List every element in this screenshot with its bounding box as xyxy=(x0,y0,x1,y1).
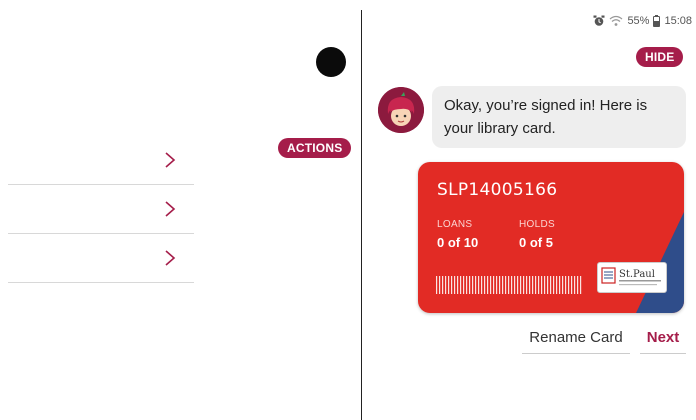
actions-badge[interactable]: ACTIONS xyxy=(278,138,352,158)
card-number: SLP14005166 xyxy=(437,180,558,200)
assistant-avatar-icon xyxy=(378,87,424,133)
status-bar: 55% 15:08 xyxy=(593,13,692,29)
right-panel: 55% 15:08 HIDE Okay, you’re signed in! H… xyxy=(362,0,696,420)
loans-label: LOANS xyxy=(437,219,473,230)
library-logo-text: St.Paul xyxy=(619,269,655,280)
rename-card-button[interactable]: Rename Card xyxy=(522,328,630,354)
chevron-right-icon xyxy=(165,152,176,168)
library-logo: St.Paul xyxy=(597,262,667,293)
battery-icon xyxy=(653,15,661,27)
alarm-icon xyxy=(593,15,605,26)
left-panel: ACTIONS xyxy=(0,0,361,420)
wifi-icon xyxy=(610,15,623,26)
chat-message-text: Okay, you’re signed in! Here is your lib… xyxy=(444,97,648,137)
loans-value: 0 of 10 xyxy=(437,235,479,250)
barcode xyxy=(436,276,582,294)
screen: ACTIONS 55% 15:08 HIDE Okay, you’re sign… xyxy=(0,0,696,420)
chevron-right-icon xyxy=(165,201,176,217)
avatar xyxy=(378,87,424,133)
chat-message-bubble: Okay, you’re signed in! Here is your lib… xyxy=(432,86,686,148)
list-item[interactable] xyxy=(8,185,194,234)
library-card: SLP14005166 LOANS 0 of 10 HOLDS 0 of 5 S… xyxy=(418,162,684,313)
clock-time: 15:08 xyxy=(664,15,692,27)
list-item[interactable] xyxy=(8,136,194,185)
battery-percent: 55% xyxy=(627,15,650,27)
library-logo-icon: St.Paul xyxy=(601,267,661,286)
chevron-right-icon xyxy=(165,250,176,266)
list-item[interactable] xyxy=(8,234,194,283)
floating-dot-button[interactable] xyxy=(316,47,346,77)
hide-button[interactable]: HIDE xyxy=(636,47,684,67)
next-button[interactable]: Next xyxy=(640,328,686,354)
holds-label: HOLDS xyxy=(519,219,555,230)
holds-value: 0 of 5 xyxy=(519,235,553,250)
